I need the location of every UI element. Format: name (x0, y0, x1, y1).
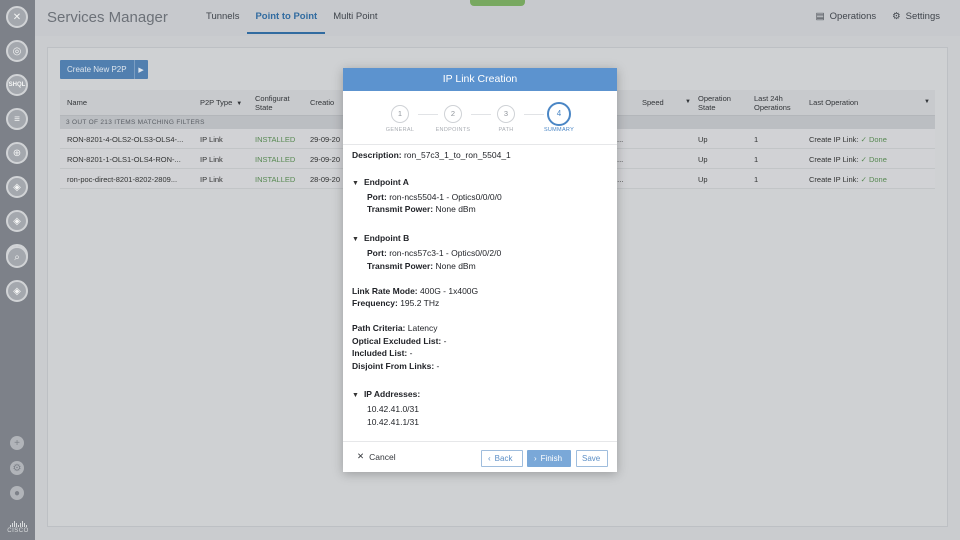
step-path[interactable]: 3 PATH (486, 105, 526, 133)
description-line: Description: ron_57c3_1_to_ron_5504_1 (352, 150, 511, 160)
cancel-button[interactable]: ✕ Cancel (357, 451, 396, 462)
caret-down-icon: ▼ (352, 392, 359, 399)
ip-link-creation-dialog: IP Link Creation 1 GENERAL 2 ENDPOINTS 3… (343, 68, 617, 472)
dialog-footer: ✕ Cancel ‹ Back › Finish Save (343, 441, 617, 472)
step-endpoints[interactable]: 2 ENDPOINTS (433, 105, 473, 133)
ip-addresses-toggle[interactable]: ▼ IP Addresses: (352, 389, 420, 399)
step-general[interactable]: 1 GENERAL (380, 105, 420, 133)
endpoint-a-toggle[interactable]: ▼ Endpoint A (352, 177, 409, 187)
caret-down-icon: ▼ (352, 180, 359, 187)
step-summary[interactable]: 4 SUMMARY (539, 102, 579, 133)
save-button[interactable]: Save (576, 450, 608, 467)
back-button[interactable]: ‹ Back (481, 450, 523, 467)
chevron-right-icon: › (534, 454, 537, 463)
wizard-steps: 1 GENERAL 2 ENDPOINTS 3 PATH 4 SUMMARY (343, 91, 617, 145)
close-icon: ✕ (357, 451, 365, 461)
dialog-title: IP Link Creation (343, 68, 617, 91)
caret-down-icon: ▼ (352, 236, 359, 243)
endpoint-b-toggle[interactable]: ▼ Endpoint B (352, 233, 409, 243)
chevron-left-icon: ‹ (488, 454, 491, 463)
finish-button[interactable]: › Finish (527, 450, 571, 467)
